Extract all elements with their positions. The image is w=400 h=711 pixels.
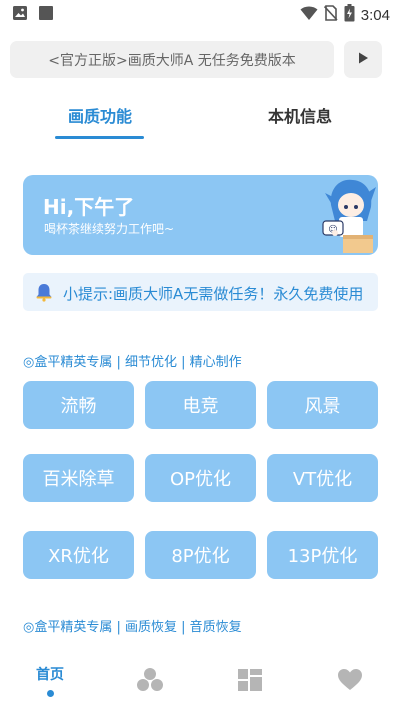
status-bar: 3:04	[0, 0, 400, 28]
tab-indicator	[55, 136, 144, 139]
tab-device-info[interactable]: 本机信息	[250, 103, 350, 127]
banner-title: Hi,下午了	[43, 195, 135, 219]
grass-removal-button[interactable]: 百米除草	[23, 454, 134, 502]
op-optimize-button[interactable]: OP优化	[145, 454, 256, 502]
dashboard-icon	[237, 668, 263, 696]
nav-dashboard[interactable]	[200, 647, 300, 711]
url-text: <官方正版>画质大师A 无任务免费版本	[48, 52, 296, 69]
heart-icon	[337, 668, 363, 696]
13p-optimize-button[interactable]: 13P优化	[267, 531, 378, 579]
greeting-banner: Hi,下午了 喝杯茶继续努力工作吧~ ☺	[23, 175, 378, 255]
no-sim-icon	[323, 5, 338, 25]
bottom-nav: 首页	[0, 647, 400, 711]
active-dot	[46, 690, 54, 697]
tab-image-quality[interactable]: 画质功能	[50, 103, 150, 127]
nav-categories[interactable]	[100, 647, 200, 711]
bell-icon	[34, 282, 54, 306]
nav-favorites[interactable]	[300, 647, 400, 711]
stop-square-icon	[38, 5, 54, 25]
mode-esports-button[interactable]: 电竞	[145, 381, 256, 429]
banner-subtitle: 喝杯茶继续努力工作吧~	[44, 222, 175, 236]
status-time: 3:04	[360, 6, 390, 24]
url-bar[interactable]: <官方正版>画质大师A 无任务免费版本	[10, 41, 334, 78]
mascot-illustration: ☺	[319, 175, 378, 255]
nav-home-label: 首页	[36, 667, 64, 683]
xr-optimize-button[interactable]: XR优化	[23, 531, 134, 579]
vt-optimize-button[interactable]: VT优化	[267, 454, 378, 502]
mode-smooth-button[interactable]: 流畅	[23, 381, 134, 429]
image-icon	[12, 5, 28, 25]
battery-charging-icon	[344, 4, 355, 26]
section-title-detail: ◎盒平精英专属 | 细节优化 | 精心制作	[23, 355, 242, 370]
notice-text: 小提示:画质大师A无需做任务！永久免费使用	[63, 285, 364, 303]
section-title-restore: ◎盒平精英专属 | 画质恢复 | 音质恢复	[23, 620, 242, 635]
mode-scenery-button[interactable]: 风景	[267, 381, 378, 429]
notice-bar: 小提示:画质大师A无需做任务！永久免费使用	[23, 273, 378, 311]
wifi-icon	[300, 5, 318, 25]
play-icon	[356, 50, 370, 69]
nav-home[interactable]: 首页	[0, 647, 100, 711]
8p-optimize-button[interactable]: 8P优化	[145, 531, 256, 579]
three-circles-icon	[136, 667, 164, 697]
play-button[interactable]	[344, 41, 382, 78]
